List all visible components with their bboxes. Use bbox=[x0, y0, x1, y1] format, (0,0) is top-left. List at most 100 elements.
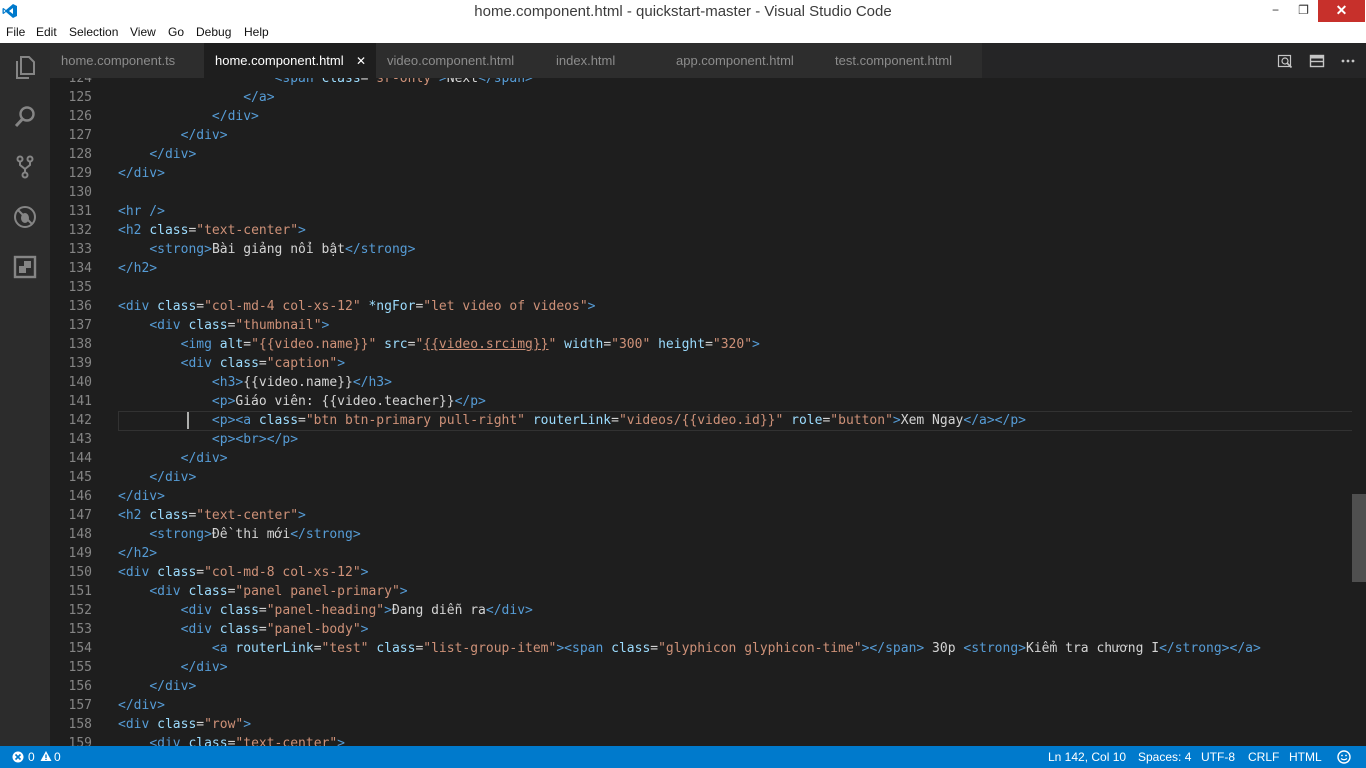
code-line[interactable]: 131 <hr /> bbox=[50, 202, 1366, 221]
line-number: 153 bbox=[68, 622, 92, 637]
code-line[interactable]: 155 </div> bbox=[50, 658, 1366, 677]
menu-view[interactable]: View bbox=[130, 25, 156, 39]
tab-close-icon[interactable]: ✕ bbox=[356, 43, 366, 79]
debug-icon[interactable] bbox=[12, 204, 38, 230]
line-number: 154 bbox=[68, 641, 92, 656]
code-line[interactable]: 140 <h3>{{video.name}}</h3> bbox=[50, 373, 1366, 392]
more-icon[interactable] bbox=[1340, 53, 1356, 69]
code-editor[interactable]: 124 <span class="sr-only">Next</span> 125… bbox=[50, 78, 1366, 746]
line-number: 149 bbox=[68, 546, 92, 561]
tab-video-component-html[interactable]: video.component.html bbox=[376, 43, 545, 78]
code-line[interactable]: 157 </div> bbox=[50, 696, 1366, 715]
code-line[interactable]: 139 <div class="caption"> bbox=[50, 354, 1366, 373]
error-icon[interactable] bbox=[12, 751, 24, 763]
code-line[interactable]: 135 bbox=[50, 278, 1366, 297]
line-code: <p><br></p> bbox=[211, 432, 299, 447]
code-line[interactable]: 154 <a routerLink="test" class="list-gro… bbox=[50, 639, 1366, 658]
explorer-icon[interactable] bbox=[12, 54, 38, 80]
source-control-icon[interactable] bbox=[12, 154, 38, 180]
code-line[interactable]: 125 </a> bbox=[50, 88, 1366, 107]
encoding-setting[interactable]: UTF-8 bbox=[1201, 750, 1235, 764]
menu-edit[interactable]: Edit bbox=[36, 25, 57, 39]
code-line[interactable]: 138 <img alt="{{video.name}}" src="{{vid… bbox=[50, 335, 1366, 354]
code-line[interactable]: 130 bbox=[50, 183, 1366, 202]
line-ending-setting[interactable]: CRLF bbox=[1248, 750, 1279, 764]
line-number: 150 bbox=[68, 565, 92, 580]
line-code: <div class="panel-heading">Đang diễn ra<… bbox=[180, 603, 533, 618]
code-line[interactable]: 141 <p>Giáo viên: {{video.teacher}}</p> bbox=[50, 392, 1366, 411]
scrollbar-thumb[interactable] bbox=[1352, 494, 1366, 582]
code-line[interactable]: 149 </h2> bbox=[50, 544, 1366, 563]
line-number: 130 bbox=[68, 185, 92, 200]
line-code: <div class="text-center"> bbox=[149, 736, 345, 746]
tab-label: home.component.ts bbox=[61, 53, 176, 68]
code-line[interactable]: 143 <p><br></p> bbox=[50, 430, 1366, 449]
line-code: <span class="sr-only">Next</span> bbox=[274, 78, 533, 86]
warning-icon[interactable] bbox=[40, 750, 52, 762]
tab-home-component-html[interactable]: home.component.html ✕ bbox=[204, 43, 376, 78]
indentation-setting[interactable]: Spaces: 4 bbox=[1138, 750, 1191, 764]
line-number: 145 bbox=[68, 470, 92, 485]
code-line[interactable]: 146 </div> bbox=[50, 487, 1366, 506]
code-line[interactable]: 144 </div> bbox=[50, 449, 1366, 468]
code-line[interactable]: 132 <h2 class="text-center"> bbox=[50, 221, 1366, 240]
code-line[interactable]: 159 <div class="text-center"> bbox=[50, 734, 1366, 746]
tab-test-component-html[interactable]: test.component.html bbox=[824, 43, 982, 78]
code-line[interactable]: 137 <div class="thumbnail"> bbox=[50, 316, 1366, 335]
code-line[interactable]: 124 <span class="sr-only">Next</span> bbox=[50, 78, 1366, 88]
feedback-smiley-icon[interactable] bbox=[1336, 750, 1352, 764]
line-number: 151 bbox=[68, 584, 92, 599]
line-number: 144 bbox=[68, 451, 92, 466]
open-preview-icon[interactable] bbox=[1277, 53, 1293, 69]
cursor-position[interactable]: Ln 142, Col 10 bbox=[1048, 750, 1126, 764]
code-line[interactable]: 152 <div class="panel-heading">Đang diễn… bbox=[50, 601, 1366, 620]
vertical-scrollbar[interactable] bbox=[1352, 78, 1366, 746]
error-count[interactable]: 0 bbox=[28, 750, 35, 764]
line-number: 159 bbox=[68, 736, 92, 746]
code-line[interactable]: 147 <h2 class="text-center"> bbox=[50, 506, 1366, 525]
code-line[interactable]: 133 <strong>Bài giảng nổi bật</strong> bbox=[50, 240, 1366, 259]
code-line[interactable]: 127 </div> bbox=[50, 126, 1366, 145]
code-line[interactable]: 151 <div class="panel panel-primary"> bbox=[50, 582, 1366, 601]
warning-count[interactable]: 0 bbox=[54, 750, 61, 764]
tab-home-component-ts[interactable]: home.component.ts bbox=[50, 43, 204, 78]
maximize-button[interactable]: ❐ bbox=[1290, 0, 1317, 22]
line-code: <div class="col-md-4 col-xs-12" *ngFor="… bbox=[118, 299, 596, 314]
search-icon[interactable] bbox=[12, 104, 38, 130]
minimize-button[interactable]: − bbox=[1262, 0, 1289, 22]
language-mode[interactable]: HTML bbox=[1289, 750, 1322, 764]
menu-debug[interactable]: Debug bbox=[196, 25, 231, 39]
code-line[interactable]: 156 </div> bbox=[50, 677, 1366, 696]
code-line[interactable]: 142 <p><a class="btn btn-primary pull-ri… bbox=[50, 411, 1366, 431]
code-line[interactable]: 128 </div> bbox=[50, 145, 1366, 164]
code-line[interactable]: 136 <div class="col-md-4 col-xs-12" *ngFo… bbox=[50, 297, 1366, 316]
text-cursor bbox=[187, 412, 189, 429]
code-line[interactable]: 148 <strong>Đề thi mới</strong> bbox=[50, 525, 1366, 544]
tab-label: index.html bbox=[556, 53, 616, 68]
code-line[interactable]: 153 <div class="panel-body"> bbox=[50, 620, 1366, 639]
line-number: 134 bbox=[68, 261, 92, 276]
code-line[interactable]: 129 </div> bbox=[50, 164, 1366, 183]
code-line[interactable]: 150 <div class="col-md-8 col-xs-12"> bbox=[50, 563, 1366, 582]
line-code: </div> bbox=[211, 109, 259, 124]
tab-app-component-html[interactable]: app.component.html bbox=[665, 43, 824, 78]
code-line[interactable]: 134 </h2> bbox=[50, 259, 1366, 278]
menu-go[interactable]: Go bbox=[168, 25, 184, 39]
line-number: 156 bbox=[68, 679, 92, 694]
extensions-icon[interactable] bbox=[12, 254, 38, 280]
code-line[interactable]: 126 </div> bbox=[50, 107, 1366, 126]
code-line[interactable]: 158 <div class="row"> bbox=[50, 715, 1366, 734]
line-number: 146 bbox=[68, 489, 92, 504]
menu-selection[interactable]: Selection bbox=[69, 25, 118, 39]
menu-help[interactable]: Help bbox=[244, 25, 269, 39]
line-number: 152 bbox=[68, 603, 92, 618]
menu-file[interactable]: File bbox=[6, 25, 25, 39]
line-number: 132 bbox=[68, 223, 92, 238]
tab-index-html[interactable]: index.html bbox=[545, 43, 665, 78]
line-code: </div> bbox=[149, 679, 197, 694]
line-number: 135 bbox=[68, 280, 92, 295]
line-number: 136 bbox=[68, 299, 92, 314]
code-line[interactable]: 145 </div> bbox=[50, 468, 1366, 487]
close-button[interactable]: ✕ bbox=[1318, 0, 1365, 22]
split-editor-icon[interactable] bbox=[1309, 53, 1325, 69]
